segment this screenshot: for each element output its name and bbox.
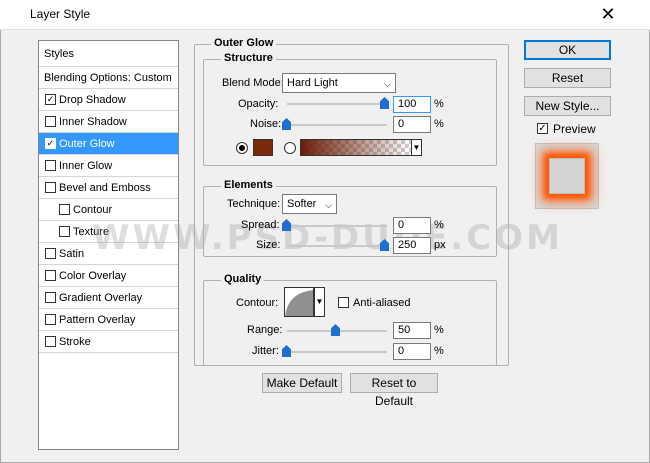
styles-list: Styles Blending Options: Custom ✓ Drop S… — [38, 40, 179, 450]
gradient-overlay-checkbox[interactable] — [45, 292, 56, 303]
window-title: Layer Style — [30, 7, 91, 21]
glow-gradient-swatch[interactable] — [300, 139, 412, 156]
style-item-label: Pattern Overlay — [59, 314, 136, 326]
noise-label: Noise: — [250, 118, 282, 130]
style-item-contour[interactable]: Contour — [39, 199, 178, 221]
reset-to-default-button[interactable]: Reset to Default — [350, 373, 438, 408]
range-label: Range: — [247, 324, 283, 336]
quality-group — [203, 280, 497, 366]
title-bar: Layer Style ✕ — [0, 0, 650, 30]
chevron-down-icon: ⌵ — [384, 79, 391, 89]
style-item-label: Texture — [73, 226, 110, 238]
outer-glow-checkbox[interactable]: ✓ — [45, 138, 56, 149]
bevel-emboss-checkbox[interactable] — [45, 182, 56, 193]
opacity-unit: % — [434, 98, 444, 110]
blend-mode-value: Hard Light — [287, 77, 338, 89]
solid-color-radio[interactable] — [236, 142, 248, 154]
technique-select[interactable]: Softer ⌵ — [282, 194, 337, 214]
glow-color-swatch[interactable] — [253, 139, 273, 156]
style-item-outer-glow[interactable]: ✓ Outer Glow — [39, 133, 178, 155]
color-overlay-checkbox[interactable] — [45, 270, 56, 281]
elements-title: Elements — [221, 179, 276, 191]
texture-checkbox[interactable] — [59, 226, 70, 237]
jitter-label: Jitter: — [252, 345, 279, 357]
style-item-inner-shadow[interactable]: Inner Shadow — [39, 111, 178, 133]
structure-title: Structure — [221, 52, 276, 64]
anti-aliased-label: Anti-aliased — [353, 297, 411, 309]
style-item-label: Inner Glow — [59, 160, 113, 172]
gradient-radio[interactable] — [284, 142, 296, 154]
style-item-label: Stroke — [59, 336, 91, 348]
style-item-color-overlay[interactable]: Color Overlay — [39, 265, 178, 287]
style-item-satin[interactable]: Satin — [39, 243, 178, 265]
style-item-label: Contour — [73, 204, 113, 216]
spread-slider[interactable] — [287, 225, 387, 227]
inner-shadow-checkbox[interactable] — [45, 116, 56, 127]
contour-preview[interactable] — [284, 287, 314, 317]
blending-options-item[interactable]: Blending Options: Custom — [39, 67, 178, 89]
satin-checkbox[interactable] — [45, 248, 56, 259]
close-icon[interactable]: ✕ — [597, 3, 619, 25]
contour-checkbox[interactable] — [59, 204, 70, 215]
new-style-button[interactable]: New Style... — [524, 96, 611, 116]
style-item-texture[interactable]: Texture — [39, 221, 178, 243]
range-input[interactable]: 50 — [393, 322, 431, 339]
style-item-label: Inner Shadow — [59, 116, 127, 128]
technique-label: Technique: — [227, 198, 281, 210]
preview-label: Preview — [553, 122, 596, 136]
make-default-button[interactable]: Make Default — [262, 373, 342, 393]
style-item-bevel-emboss[interactable]: Bevel and Emboss — [39, 177, 178, 199]
style-item-pattern-overlay[interactable]: Pattern Overlay — [39, 309, 178, 331]
spread-input[interactable]: 0 — [393, 217, 431, 234]
preview-checkbox[interactable]: ✓ — [537, 123, 548, 134]
style-item-label: Drop Shadow — [59, 94, 126, 106]
size-slider[interactable] — [287, 245, 387, 247]
style-item-drop-shadow[interactable]: ✓ Drop Shadow — [39, 89, 178, 111]
ok-button[interactable]: OK — [524, 40, 611, 60]
style-item-label: Color Overlay — [59, 270, 127, 282]
gradient-dropdown-icon[interactable]: ▼ — [411, 139, 422, 156]
contour-label: Contour: — [236, 297, 279, 309]
size-input[interactable]: 250 — [393, 237, 431, 254]
noise-unit: % — [434, 118, 444, 130]
anti-aliased-checkbox[interactable] — [338, 297, 349, 308]
style-item-gradient-overlay[interactable]: Gradient Overlay — [39, 287, 178, 309]
technique-value: Softer — [287, 198, 317, 210]
contour-curve-icon — [285, 290, 313, 316]
pattern-overlay-checkbox[interactable] — [45, 314, 56, 325]
inner-glow-checkbox[interactable] — [45, 160, 56, 171]
style-item-label: Gradient Overlay — [59, 292, 143, 304]
styles-header[interactable]: Styles — [39, 41, 178, 67]
range-unit: % — [434, 324, 444, 336]
outer-glow-title: Outer Glow — [211, 37, 277, 49]
stroke-checkbox[interactable] — [45, 336, 56, 347]
preview-square — [549, 158, 585, 194]
drop-shadow-checkbox[interactable]: ✓ — [45, 94, 56, 105]
style-item-label: Outer Glow — [59, 138, 115, 150]
jitter-unit: % — [434, 345, 444, 357]
size-label: Size: — [256, 239, 281, 251]
jitter-input[interactable]: 0 — [393, 343, 431, 360]
spread-unit: % — [434, 219, 444, 231]
spread-label: Spread: — [241, 219, 280, 231]
opacity-input[interactable]: 100 — [393, 96, 431, 113]
style-item-label: Bevel and Emboss — [59, 182, 151, 194]
style-preview-thumbnail — [535, 143, 599, 209]
noise-slider[interactable] — [287, 124, 387, 126]
opacity-slider[interactable] — [287, 103, 387, 105]
contour-dropdown-icon[interactable]: ▼ — [314, 287, 325, 317]
style-item-stroke[interactable]: Stroke — [39, 331, 178, 353]
style-item-label: Satin — [59, 248, 85, 260]
blend-mode-label: Blend Mode: — [222, 77, 284, 89]
noise-input[interactable]: 0 — [393, 116, 431, 133]
quality-title: Quality — [221, 273, 265, 285]
style-item-inner-glow[interactable]: Inner Glow — [39, 155, 178, 177]
size-unit: px — [434, 239, 446, 251]
jitter-slider[interactable] — [287, 351, 387, 353]
blend-mode-select[interactable]: Hard Light ⌵ — [282, 73, 396, 93]
chevron-down-icon: ⌵ — [325, 200, 332, 210]
opacity-label: Opacity: — [238, 98, 279, 110]
reset-button[interactable]: Reset — [524, 68, 611, 88]
